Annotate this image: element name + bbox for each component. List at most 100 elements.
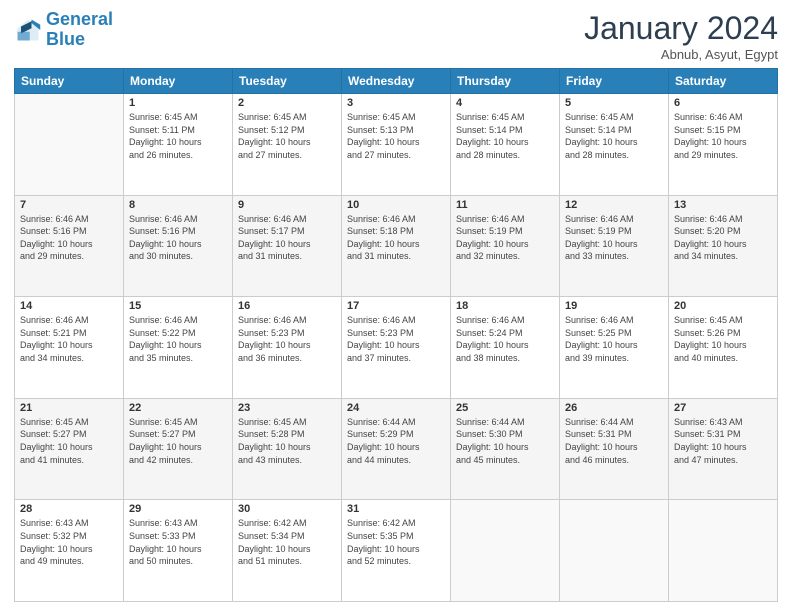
calendar-day-cell: 2 Sunrise: 6:45 AM Sunset: 5:12 PM Daylig… xyxy=(233,94,342,196)
header: General Blue January 2024 Abnub, Asyut, … xyxy=(14,10,778,62)
calendar-header-friday: Friday xyxy=(560,69,669,94)
day-number: 27 xyxy=(674,402,772,414)
calendar-day-cell: 13 Sunrise: 6:46 AM Sunset: 5:20 PM Dayli… xyxy=(669,195,778,297)
day-info: Sunrise: 6:44 AM Sunset: 5:29 PM Dayligh… xyxy=(347,416,445,466)
day-info: Sunrise: 6:46 AM Sunset: 5:23 PM Dayligh… xyxy=(238,314,336,364)
day-number: 11 xyxy=(456,199,554,211)
calendar-week-row: 7 Sunrise: 6:46 AM Sunset: 5:16 PM Daylig… xyxy=(15,195,778,297)
day-number: 6 xyxy=(674,97,772,109)
day-number: 17 xyxy=(347,300,445,312)
calendar-header-row: SundayMondayTuesdayWednesdayThursdayFrid… xyxy=(15,69,778,94)
day-number: 15 xyxy=(129,300,227,312)
day-number: 21 xyxy=(20,402,118,414)
day-number: 19 xyxy=(565,300,663,312)
calendar-day-cell: 6 Sunrise: 6:46 AM Sunset: 5:15 PM Daylig… xyxy=(669,94,778,196)
calendar-day-cell: 19Sunrise: 6:46 AM Sunset: 5:25 PM Dayli… xyxy=(560,297,669,399)
day-number: 26 xyxy=(565,402,663,414)
calendar-header-thursday: Thursday xyxy=(451,69,560,94)
day-info: Sunrise: 6:46 AM Sunset: 5:24 PM Dayligh… xyxy=(456,314,554,364)
day-info: Sunrise: 6:43 AM Sunset: 5:31 PM Dayligh… xyxy=(674,416,772,466)
calendar-day-cell: 4Sunrise: 6:45 AM Sunset: 5:14 PM Daylig… xyxy=(451,94,560,196)
day-info: Sunrise: 6:45 AM Sunset: 5:27 PM Dayligh… xyxy=(129,416,227,466)
month-title: January 2024 xyxy=(584,10,778,47)
calendar-table: SundayMondayTuesdayWednesdayThursdayFrid… xyxy=(14,68,778,602)
calendar-day-cell: 8Sunrise: 6:46 AM Sunset: 5:16 PM Daylig… xyxy=(124,195,233,297)
day-info: Sunrise: 6:46 AM Sunset: 5:16 PM Dayligh… xyxy=(20,213,118,263)
calendar-week-row: 1Sunrise: 6:45 AM Sunset: 5:11 PM Daylig… xyxy=(15,94,778,196)
day-info: Sunrise: 6:43 AM Sunset: 5:32 PM Dayligh… xyxy=(20,517,118,567)
calendar-header-tuesday: Tuesday xyxy=(233,69,342,94)
day-number: 23 xyxy=(238,402,336,414)
day-info: Sunrise: 6:45 AM Sunset: 5:12 PM Dayligh… xyxy=(238,111,336,161)
calendar-day-cell: 28 Sunrise: 6:43 AM Sunset: 5:32 PM Dayli… xyxy=(15,500,124,602)
day-info: Sunrise: 6:45 AM Sunset: 5:13 PM Dayligh… xyxy=(347,111,445,161)
day-number: 5 xyxy=(565,97,663,109)
logo-line1: General xyxy=(46,9,113,29)
calendar-day-cell: 18 Sunrise: 6:46 AM Sunset: 5:24 PM Dayli… xyxy=(451,297,560,399)
calendar-day-cell: 9Sunrise: 6:46 AM Sunset: 5:17 PM Daylig… xyxy=(233,195,342,297)
calendar-week-row: 21 Sunrise: 6:45 AM Sunset: 5:27 PM Dayli… xyxy=(15,398,778,500)
calendar-day-cell xyxy=(451,500,560,602)
logo: General Blue xyxy=(14,10,113,50)
calendar-header-monday: Monday xyxy=(124,69,233,94)
day-number: 29 xyxy=(129,503,227,515)
day-number: 18 xyxy=(456,300,554,312)
day-number: 24 xyxy=(347,402,445,414)
calendar-header-saturday: Saturday xyxy=(669,69,778,94)
day-number: 7 xyxy=(20,199,118,211)
day-number: 13 xyxy=(674,199,772,211)
calendar-day-cell: 21 Sunrise: 6:45 AM Sunset: 5:27 PM Dayli… xyxy=(15,398,124,500)
title-block: January 2024 Abnub, Asyut, Egypt xyxy=(584,10,778,62)
calendar-day-cell: 22 Sunrise: 6:45 AM Sunset: 5:27 PM Dayli… xyxy=(124,398,233,500)
calendar-day-cell: 20 Sunrise: 6:45 AM Sunset: 5:26 PM Dayli… xyxy=(669,297,778,399)
day-number: 28 xyxy=(20,503,118,515)
calendar-week-row: 14Sunrise: 6:46 AM Sunset: 5:21 PM Dayli… xyxy=(15,297,778,399)
calendar-day-cell: 5Sunrise: 6:45 AM Sunset: 5:14 PM Daylig… xyxy=(560,94,669,196)
calendar-day-cell: 25Sunrise: 6:44 AM Sunset: 5:30 PM Dayli… xyxy=(451,398,560,500)
calendar-day-cell: 26 Sunrise: 6:44 AM Sunset: 5:31 PM Dayli… xyxy=(560,398,669,500)
day-number: 16 xyxy=(238,300,336,312)
day-info: Sunrise: 6:46 AM Sunset: 5:19 PM Dayligh… xyxy=(456,213,554,263)
calendar-day-cell: 24 Sunrise: 6:44 AM Sunset: 5:29 PM Dayli… xyxy=(342,398,451,500)
calendar-day-cell: 27 Sunrise: 6:43 AM Sunset: 5:31 PM Dayli… xyxy=(669,398,778,500)
day-number: 10 xyxy=(347,199,445,211)
calendar-day-cell xyxy=(669,500,778,602)
day-info: Sunrise: 6:46 AM Sunset: 5:19 PM Dayligh… xyxy=(565,213,663,263)
calendar-day-cell: 10Sunrise: 6:46 AM Sunset: 5:18 PM Dayli… xyxy=(342,195,451,297)
calendar-day-cell xyxy=(15,94,124,196)
calendar-day-cell xyxy=(560,500,669,602)
day-info: Sunrise: 6:44 AM Sunset: 5:30 PM Dayligh… xyxy=(456,416,554,466)
day-info: Sunrise: 6:46 AM Sunset: 5:23 PM Dayligh… xyxy=(347,314,445,364)
day-info: Sunrise: 6:45 AM Sunset: 5:27 PM Dayligh… xyxy=(20,416,118,466)
calendar-day-cell: 11 Sunrise: 6:46 AM Sunset: 5:19 PM Dayli… xyxy=(451,195,560,297)
day-info: Sunrise: 6:43 AM Sunset: 5:33 PM Dayligh… xyxy=(129,517,227,567)
calendar-header-wednesday: Wednesday xyxy=(342,69,451,94)
day-number: 22 xyxy=(129,402,227,414)
day-number: 4 xyxy=(456,97,554,109)
subtitle: Abnub, Asyut, Egypt xyxy=(584,47,778,62)
day-info: Sunrise: 6:45 AM Sunset: 5:28 PM Dayligh… xyxy=(238,416,336,466)
day-number: 3 xyxy=(347,97,445,109)
logo-line2: Blue xyxy=(46,29,85,49)
day-info: Sunrise: 6:42 AM Sunset: 5:34 PM Dayligh… xyxy=(238,517,336,567)
calendar-header-sunday: Sunday xyxy=(15,69,124,94)
day-number: 12 xyxy=(565,199,663,211)
day-number: 9 xyxy=(238,199,336,211)
day-number: 2 xyxy=(238,97,336,109)
calendar-day-cell: 15 Sunrise: 6:46 AM Sunset: 5:22 PM Dayli… xyxy=(124,297,233,399)
day-info: Sunrise: 6:46 AM Sunset: 5:16 PM Dayligh… xyxy=(129,213,227,263)
day-number: 31 xyxy=(347,503,445,515)
day-info: Sunrise: 6:45 AM Sunset: 5:26 PM Dayligh… xyxy=(674,314,772,364)
day-number: 1 xyxy=(129,97,227,109)
day-info: Sunrise: 6:46 AM Sunset: 5:22 PM Dayligh… xyxy=(129,314,227,364)
day-number: 14 xyxy=(20,300,118,312)
day-number: 20 xyxy=(674,300,772,312)
calendar-week-row: 28 Sunrise: 6:43 AM Sunset: 5:32 PM Dayli… xyxy=(15,500,778,602)
calendar-day-cell: 12 Sunrise: 6:46 AM Sunset: 5:19 PM Dayli… xyxy=(560,195,669,297)
day-info: Sunrise: 6:42 AM Sunset: 5:35 PM Dayligh… xyxy=(347,517,445,567)
day-info: Sunrise: 6:44 AM Sunset: 5:31 PM Dayligh… xyxy=(565,416,663,466)
day-info: Sunrise: 6:46 AM Sunset: 5:15 PM Dayligh… xyxy=(674,111,772,161)
day-info: Sunrise: 6:46 AM Sunset: 5:20 PM Dayligh… xyxy=(674,213,772,263)
calendar-day-cell: 14Sunrise: 6:46 AM Sunset: 5:21 PM Dayli… xyxy=(15,297,124,399)
calendar-day-cell: 23 Sunrise: 6:45 AM Sunset: 5:28 PM Dayli… xyxy=(233,398,342,500)
